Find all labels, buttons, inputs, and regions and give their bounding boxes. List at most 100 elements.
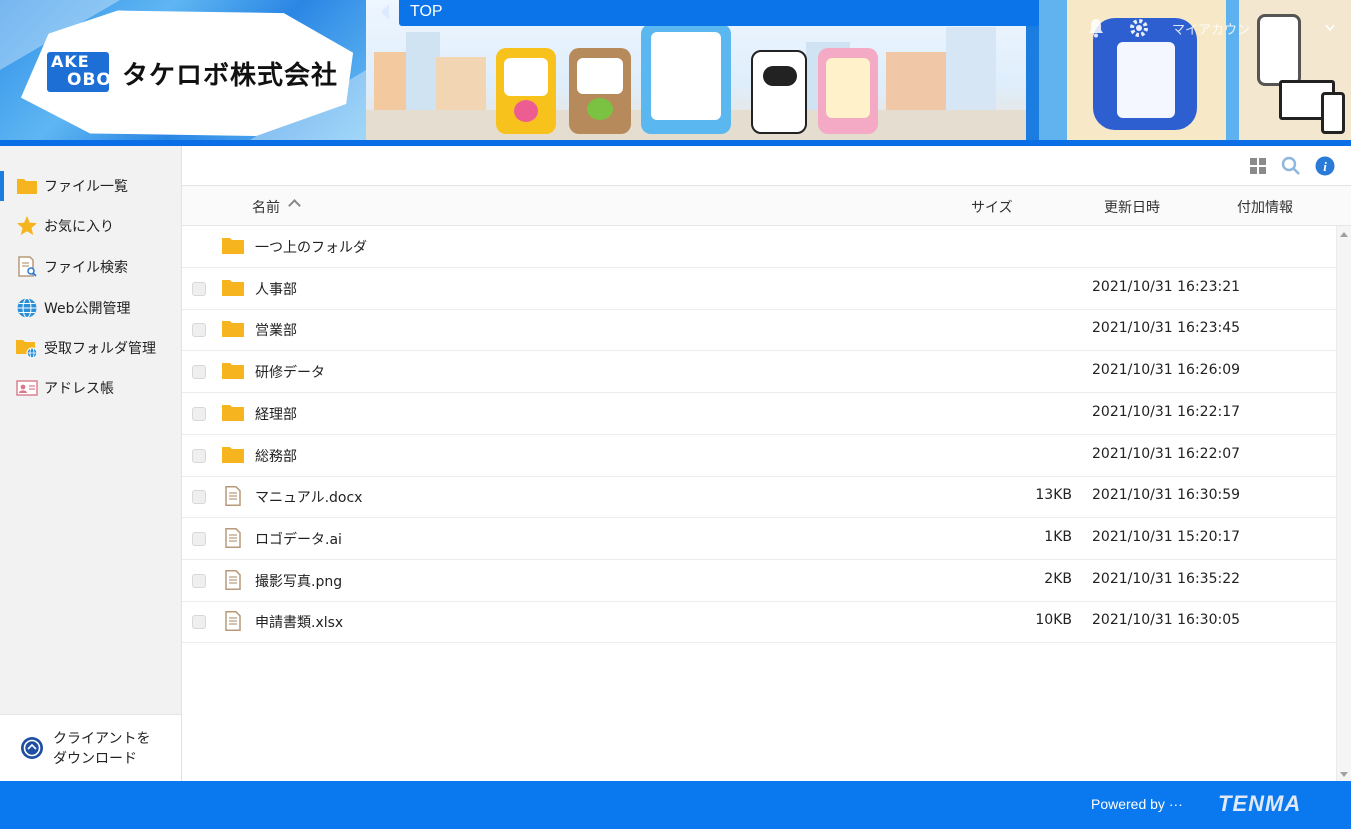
file-modified-date: 2021/10/31 16:22:17 [1092, 404, 1241, 420]
table-row[interactable]: 営業部 2021/10/31 16:23:45 [182, 309, 1336, 351]
row-checkbox[interactable] [192, 365, 206, 379]
header-banner: AKE OBO タケロボ株式会社 TOP マイアカウン [0, 0, 1351, 146]
file-size: 10KB [1035, 612, 1072, 628]
footer: Powered by ··· TENMA [0, 781, 1351, 829]
file-search-icon [18, 256, 37, 277]
grid-view-icon[interactable] [1248, 156, 1268, 176]
file-modified-date: 2021/10/31 16:30:05 [1092, 612, 1241, 628]
client-download-icon [21, 737, 43, 759]
folder-icon [222, 405, 244, 421]
robot-panda [751, 50, 807, 134]
bell-icon[interactable] [1087, 18, 1105, 38]
table-row[interactable]: 研修データ 2021/10/31 16:26:09 [182, 351, 1336, 393]
search-icon[interactable] [1281, 156, 1301, 176]
file-name[interactable]: 総務部 [255, 446, 297, 466]
robot-blue [641, 24, 731, 134]
tenma-brand-logo: TENMA [1218, 791, 1302, 816]
file-name[interactable]: 撮影写真.png [255, 571, 342, 591]
file-size: 2KB [1044, 571, 1072, 587]
star-icon [17, 216, 37, 235]
table-row[interactable]: 申請書類.xlsx 10KB 2021/10/31 16:30:05 [182, 601, 1336, 643]
file-icon [225, 570, 241, 590]
parent-folder-label: 一つ上のフォルダ [255, 240, 367, 256]
file-name[interactable]: 営業部 [255, 320, 297, 340]
logo-panel: AKE OBO タケロボ株式会社 [0, 0, 366, 140]
column-header-name[interactable]: 名前 [252, 197, 280, 217]
robot-yellow [496, 48, 556, 134]
top-nav-bar[interactable]: TOP [399, 0, 1041, 26]
file-name[interactable]: マニュアル.docx [255, 487, 362, 507]
file-modified-date: 2021/10/31 16:22:07 [1092, 446, 1241, 462]
folder-icon [17, 179, 37, 194]
company-logo[interactable]: AKE OBO [47, 52, 112, 92]
sidebar-item-favorites[interactable]: お気に入り [0, 207, 181, 245]
folder-icon [222, 363, 244, 379]
column-header-extra[interactable]: 付加情報 [1237, 197, 1293, 217]
row-checkbox[interactable] [192, 574, 206, 588]
row-checkbox[interactable] [192, 407, 206, 421]
sidebar-item-label: Web公開管理 [44, 301, 131, 317]
banner-card-devices [1239, 0, 1351, 140]
my-account-link[interactable]: マイアカウン [1172, 19, 1250, 38]
vertical-scrollbar[interactable] [1336, 226, 1351, 781]
file-name[interactable]: 人事部 [255, 279, 297, 299]
file-name[interactable]: 経理部 [255, 404, 297, 424]
row-checkbox[interactable] [192, 532, 206, 546]
file-name[interactable]: 研修データ [255, 362, 325, 382]
file-modified-date: 2021/10/31 15:20:17 [1092, 529, 1241, 545]
sidebar-item-web-publish[interactable]: Web公開管理 [0, 289, 181, 327]
client-download-line1: クライアントを [53, 731, 151, 747]
sort-ascending-icon[interactable] [288, 199, 301, 212]
row-checkbox[interactable] [192, 490, 206, 504]
sidebar-item-label: 受取フォルダ管理 [44, 341, 156, 357]
sidebar-item-address-book[interactable]: アドレス帳 [0, 369, 181, 407]
table-row[interactable]: 撮影写真.png 2KB 2021/10/31 16:35:22 [182, 560, 1336, 602]
sidebar-item-file-search[interactable]: ファイル検索 [0, 248, 181, 286]
client-download-button[interactable]: クライアントを ダウンロード [0, 714, 181, 781]
table-row[interactable]: 経理部 2021/10/31 16:22:17 [182, 393, 1336, 435]
column-header-size[interactable]: サイズ [971, 197, 1013, 217]
file-modified-date: 2021/10/31 16:35:22 [1092, 571, 1241, 587]
scroll-down-arrow[interactable] [1340, 772, 1348, 777]
client-download-label: クライアントを ダウンロード [53, 729, 150, 769]
row-checkbox[interactable] [192, 282, 206, 296]
column-header-row: 名前 サイズ 更新日時 付加情報 [182, 186, 1351, 226]
file-modified-date: 2021/10/31 16:23:45 [1092, 320, 1241, 336]
logo-text-top: AKE [51, 52, 90, 71]
folder-icon [222, 447, 244, 463]
address-card-icon [16, 380, 38, 396]
powered-by-text: Powered by ··· [1091, 796, 1183, 812]
company-name: タケロボ株式会社 [122, 61, 339, 91]
sidebar-item-label: お気に入り [44, 219, 114, 235]
table-row[interactable]: ロゴデータ.ai 1KB 2021/10/31 15:20:17 [182, 518, 1336, 560]
file-icon [225, 611, 241, 631]
file-size: 13KB [1035, 487, 1072, 503]
folder-globe-icon [16, 340, 38, 359]
gear-icon[interactable] [1128, 17, 1150, 39]
parent-folder-row[interactable]: 一つ上のフォルダ [182, 226, 1336, 268]
file-icon [225, 528, 241, 548]
row-checkbox[interactable] [192, 323, 206, 337]
row-checkbox[interactable] [192, 449, 206, 463]
sidebar-item-receive-folder[interactable]: 受取フォルダ管理 [0, 329, 181, 367]
banner-prev-arrow[interactable] [381, 4, 389, 20]
table-row[interactable]: 人事部 2021/10/31 16:23:21 [182, 268, 1336, 310]
sidebar-item-file-list[interactable]: ファイル一覧 [0, 167, 181, 205]
file-name[interactable]: ロゴデータ.ai [255, 529, 342, 549]
top-nav-label: TOP [410, 3, 443, 20]
folder-icon [222, 238, 244, 254]
toolbar: i [182, 146, 1351, 186]
scroll-up-arrow[interactable] [1340, 232, 1348, 237]
globe-icon [17, 298, 37, 318]
row-checkbox[interactable] [192, 615, 206, 629]
table-row[interactable]: 総務部 2021/10/31 16:22:07 [182, 435, 1336, 477]
chevron-down-icon[interactable] [1325, 24, 1335, 32]
file-list-panel: i 名前 サイズ 更新日時 付加情報 一つ上のフォルダ 人事部 2021/10/3… [182, 146, 1351, 781]
sidebar-item-label: ファイル一覧 [44, 179, 128, 195]
file-name[interactable]: 申請書類.xlsx [255, 612, 343, 632]
column-header-modified[interactable]: 更新日時 [1104, 197, 1160, 217]
info-icon[interactable]: i [1315, 156, 1335, 176]
folder-icon [222, 280, 244, 296]
logo-text-bottom: OBO [67, 70, 112, 90]
table-row[interactable]: マニュアル.docx 13KB 2021/10/31 16:30:59 [182, 476, 1336, 518]
